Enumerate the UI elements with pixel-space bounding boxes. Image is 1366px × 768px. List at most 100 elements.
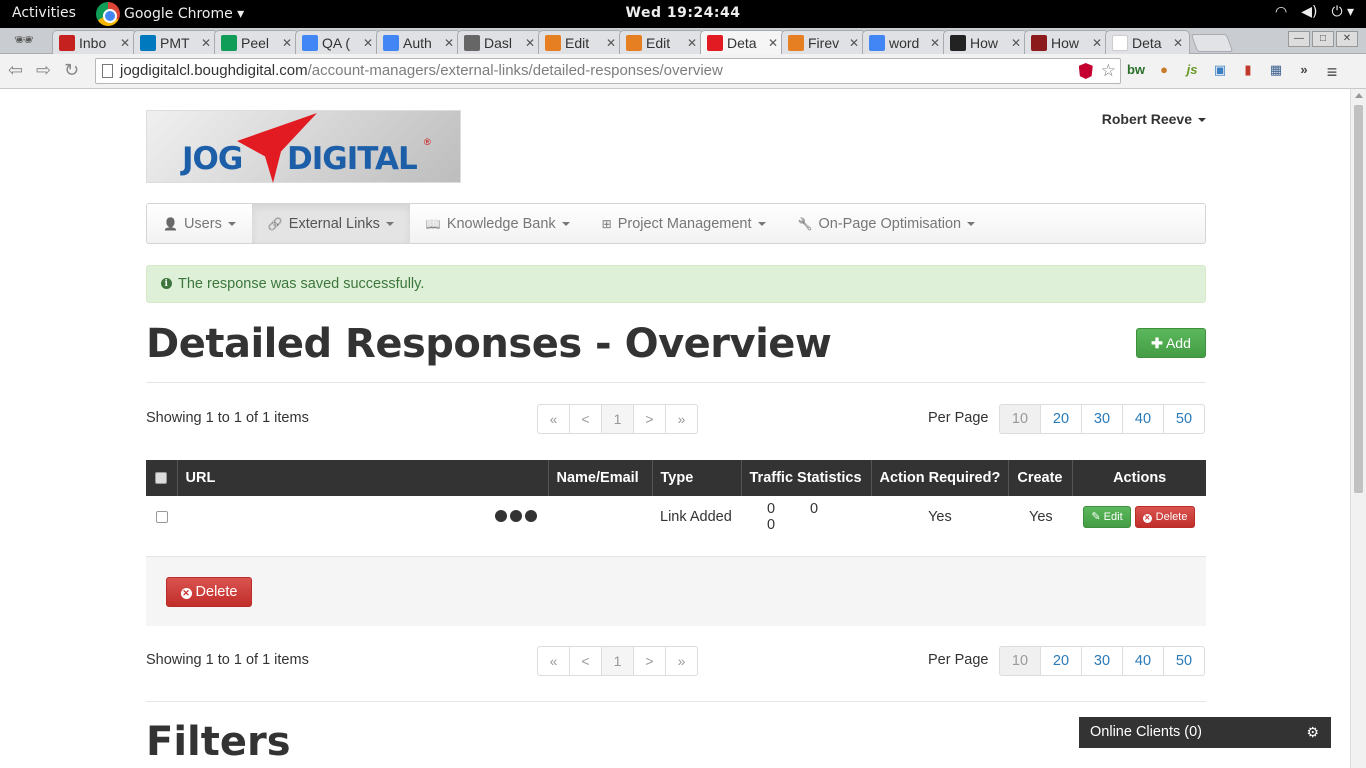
online-clients-panel[interactable]: Online Clients (0) ⚙ (1079, 717, 1331, 748)
app-menu[interactable]: Google Chrome ▾ (96, 0, 244, 28)
nav-item-knowledge-bank[interactable]: 📖 Knowledge Bank (410, 204, 586, 243)
pager-last[interactable]: » (665, 646, 698, 676)
close-tab-icon[interactable]: ✕ (849, 36, 859, 50)
cookie-extension-icon[interactable]: ● (1154, 62, 1174, 80)
maximize-button[interactable]: □ (1312, 31, 1334, 47)
address-bar[interactable]: jogdigitalcl.boughdigital.com/account-ma… (95, 58, 1121, 84)
col-type[interactable]: Type (651, 460, 741, 496)
per-page-option[interactable]: 30 (1081, 646, 1123, 676)
new-tab-button[interactable] (1190, 34, 1234, 52)
close-tab-icon[interactable]: ✕ (525, 36, 535, 50)
close-tab-icon[interactable]: ✕ (1173, 36, 1183, 50)
pager-next[interactable]: > (633, 404, 666, 434)
per-page-option[interactable]: 20 (1040, 404, 1082, 434)
scroll-up-icon[interactable] (1355, 93, 1363, 98)
pager-page[interactable]: 1 (601, 404, 634, 434)
bw-extension-icon[interactable]: bw (1126, 62, 1146, 80)
browser-tab[interactable]: Inbo ✕ (52, 30, 137, 54)
per-page-option[interactable]: 40 (1122, 404, 1164, 434)
bulk-delete-button[interactable]: ✕ Delete (166, 577, 252, 607)
nav-item-external-links[interactable]: 🔗 External Links (251, 204, 410, 243)
pager-last[interactable]: » (665, 404, 698, 434)
chrome-menu-icon[interactable]: ≡ (1322, 62, 1342, 82)
pager-first[interactable]: « (537, 404, 570, 434)
per-page-option[interactable]: 30 (1081, 404, 1123, 434)
select-all-checkbox[interactable] (155, 472, 168, 485)
browser-tab[interactable]: Peel ✕ (214, 30, 299, 54)
close-tab-icon[interactable]: ✕ (282, 36, 292, 50)
per-page-option[interactable]: 10 (999, 646, 1041, 676)
col-create[interactable]: Create (1008, 460, 1073, 496)
pager-first[interactable]: « (537, 646, 570, 676)
pager-next[interactable]: > (633, 646, 666, 676)
page-scrollbar[interactable] (1350, 89, 1366, 768)
nav-item-on-page-optimisation[interactable]: 🔧 On-Page Optimisation (782, 204, 992, 243)
per-page-option[interactable]: 50 (1163, 646, 1205, 676)
browser-tab[interactable]: Edit ✕ (538, 30, 623, 54)
js-extension-icon[interactable]: js (1182, 62, 1202, 80)
close-tab-icon[interactable]: ✕ (444, 36, 454, 50)
browser-tab[interactable]: Deta ✕ (700, 30, 785, 54)
browser-tab[interactable]: QA (✕ (295, 30, 380, 54)
close-tab-icon[interactable]: ✕ (363, 36, 373, 50)
jog-digital-logo[interactable]: JOG DIGITAL ® (146, 110, 461, 183)
browser-tab[interactable]: Firev ✕ (781, 30, 866, 54)
row-checkbox[interactable] (155, 510, 168, 523)
pager-page[interactable]: 1 (601, 646, 634, 676)
user-menu[interactable]: Robert Reeve (1102, 111, 1206, 127)
folder-extension-icon[interactable]: ▣ (1210, 62, 1230, 80)
close-tab-icon[interactable]: ✕ (768, 36, 778, 50)
col-traffic[interactable]: Traffic Statistics (740, 460, 871, 496)
add-button[interactable]: ✚ Add (1136, 328, 1206, 358)
per-page-option[interactable]: 50 (1163, 404, 1205, 434)
extensions-overflow[interactable]: » (1294, 62, 1314, 80)
nav-item-project-management[interactable]: ⊞ Project Management (586, 204, 782, 243)
col-url[interactable]: URL (176, 460, 548, 496)
close-tab-icon[interactable]: ✕ (1092, 36, 1102, 50)
info-circle-icon[interactable] (495, 498, 507, 522)
delete-row-button[interactable]: ✕ Delete (1134, 505, 1196, 528)
per-page-option[interactable]: 20 (1040, 646, 1082, 676)
wifi-icon[interactable]: ◠ (1275, 4, 1287, 20)
browser-tab[interactable]: PMT ✕ (133, 30, 218, 54)
nav-item-users[interactable]: 👤 Users (147, 204, 252, 243)
activities-button[interactable]: Activities (12, 5, 76, 21)
browser-tab[interactable]: Deta ✕ (1105, 30, 1190, 54)
per-page-option[interactable]: 40 (1122, 646, 1164, 676)
angular-icon[interactable] (1078, 63, 1093, 79)
power-icon[interactable]: ⏻ ▾ (1331, 4, 1354, 20)
close-tab-icon[interactable]: ✕ (687, 36, 697, 50)
browser-tab[interactable]: How ✕ (1024, 30, 1109, 54)
gears-icon[interactable]: ⚙ (1306, 717, 1319, 748)
browser-tab[interactable]: Edit ✕ (619, 30, 704, 54)
forward-icon[interactable]: ⇨ (36, 60, 51, 81)
close-tab-icon[interactable]: ✕ (606, 36, 616, 50)
window-extension-icon[interactable]: ▦ (1266, 62, 1286, 80)
per-page-option[interactable]: 10 (999, 404, 1041, 434)
browser-tab[interactable]: Dasl ✕ (457, 30, 542, 54)
scrollbar-thumb[interactable] (1354, 105, 1363, 493)
book-extension-icon[interactable]: ▮ (1238, 62, 1258, 80)
info-circle-icon[interactable] (525, 498, 537, 522)
info-circle-icon[interactable] (510, 498, 522, 522)
close-tab-icon[interactable]: ✕ (1011, 36, 1021, 50)
pager-prev[interactable]: < (569, 646, 602, 676)
link-icon: 🔗 (267, 216, 283, 231)
close-tab-icon[interactable]: ✕ (201, 36, 211, 50)
user-icon: 👤 (163, 216, 178, 231)
back-icon[interactable]: ⇦ (8, 60, 23, 81)
col-name-email[interactable]: Name/Email (547, 460, 652, 496)
close-tab-icon[interactable]: ✕ (930, 36, 940, 50)
browser-tab[interactable]: How ✕ (943, 30, 1028, 54)
edit-button[interactable]: ✎ Edit (1083, 505, 1131, 528)
browser-tab[interactable]: word ✕ (862, 30, 947, 54)
col-action-required[interactable]: Action Required? (870, 460, 1009, 496)
browser-tab[interactable]: Auth ✕ (376, 30, 461, 54)
minimize-button[interactable]: — (1288, 31, 1310, 47)
volume-icon[interactable]: ◀) (1301, 4, 1317, 20)
pager-prev[interactable]: < (569, 404, 602, 434)
close-tab-icon[interactable]: ✕ (120, 36, 130, 50)
bookmark-star-icon[interactable]: ☆ (1101, 59, 1116, 83)
reload-icon[interactable]: ↻ (64, 60, 79, 81)
close-window-button[interactable]: ✕ (1336, 31, 1358, 47)
